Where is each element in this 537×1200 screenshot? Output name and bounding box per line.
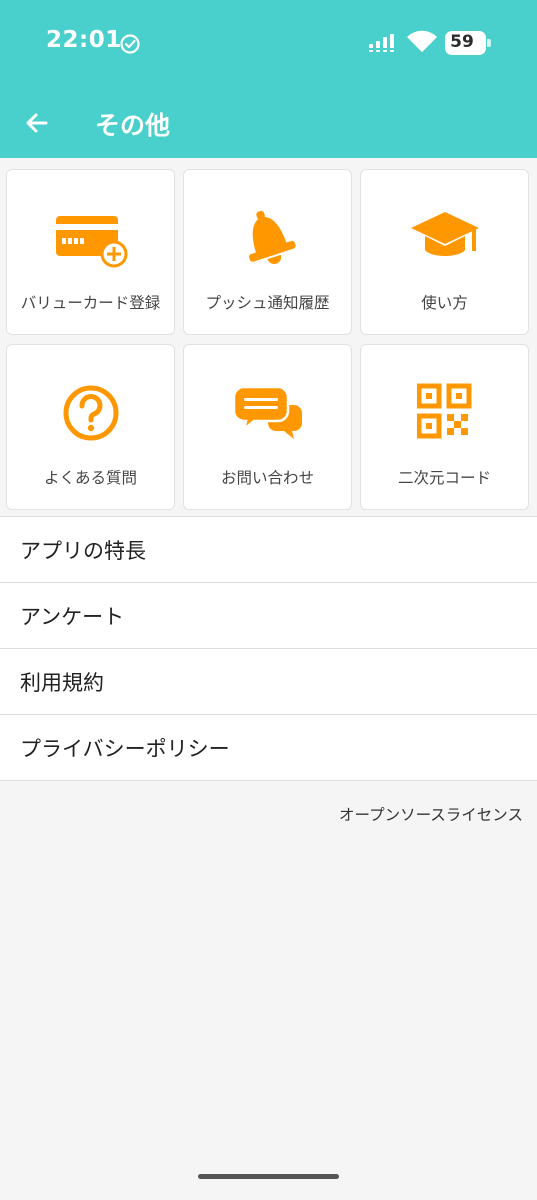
signal-icon [368, 34, 396, 52]
battery-level: 59 [450, 32, 474, 52]
page-title: その他 [95, 111, 171, 140]
tile-label: プッシュ通知履歴 [205, 294, 330, 312]
tile-push-history[interactable]: プッシュ通知履歴 [183, 169, 352, 335]
tile-faq[interactable]: よくある質問 [6, 344, 175, 510]
tile-label: お問い合わせ [220, 469, 314, 487]
tile-qr-code[interactable]: 二次元コード [360, 344, 529, 510]
menu-item-app-features[interactable]: アプリの特長 [0, 517, 537, 583]
graduation-cap-icon [410, 212, 479, 256]
status-time: 22:01 [46, 27, 122, 53]
menu-item-terms[interactable]: 利用規約 [0, 649, 537, 715]
open-source-license-link[interactable]: オープンソースライセンス [339, 803, 523, 825]
tile-label: 二次元コード [397, 469, 491, 487]
app-header: 22:01 59 その他 [0, 0, 537, 158]
tile-label: 使い方 [421, 294, 468, 312]
tile-contact[interactable]: お問い合わせ [183, 344, 352, 510]
check-circle-icon [120, 34, 140, 54]
tile-label: バリューカード登録 [20, 294, 161, 312]
bell-icon [248, 210, 296, 265]
wifi-icon [407, 30, 437, 52]
battery-indicator: 59 [445, 31, 491, 55]
back-arrow-icon[interactable] [18, 104, 56, 142]
tile-label: よくある質問 [43, 469, 137, 487]
question-circle-icon [63, 385, 118, 441]
qr-code-icon [416, 383, 471, 439]
menu-list: アプリの特長 アンケート 利用規約 プライバシーポリシー [0, 516, 537, 781]
home-indicator[interactable] [198, 1174, 339, 1179]
status-bar: 22:01 59 [0, 0, 537, 88]
menu-item-survey[interactable]: アンケート [0, 583, 537, 649]
credit-card-add-icon [55, 216, 127, 268]
chat-bubbles-icon [232, 385, 302, 439]
tile-value-card-register[interactable]: バリューカード登録 [6, 169, 175, 335]
tile-how-to-use[interactable]: 使い方 [360, 169, 529, 335]
menu-item-privacy-policy[interactable]: プライバシーポリシー [0, 715, 537, 781]
